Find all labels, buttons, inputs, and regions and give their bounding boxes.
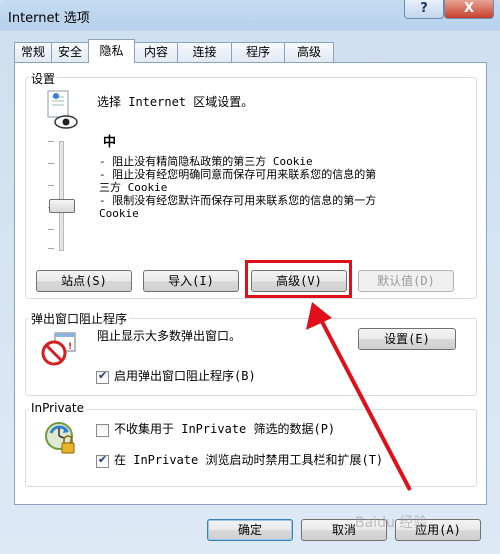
description-line: - 阻止没有精简隐私政策的第三方 Cookie bbox=[99, 155, 313, 168]
tab-connections[interactable]: 连接 bbox=[177, 42, 232, 62]
no-collect-inprivate-label: 不收集用于 InPrivate 筛选的数据(P) bbox=[114, 422, 336, 436]
close-button[interactable]: X bbox=[444, 0, 494, 19]
title-bar: Internet 选项 ? X bbox=[0, 0, 500, 32]
internet-zone-icon bbox=[42, 89, 82, 131]
sites-button[interactable]: 站点(S) bbox=[36, 270, 132, 292]
internet-options-window: Internet 选项 ? X 常规 安全 隐私 内容 连接 程序 高级 设置 … bbox=[0, 0, 500, 554]
description-line: Cookie bbox=[99, 207, 139, 220]
description-line: - 阻止没有经您明确同意而保存可用来联系您的信息的第 bbox=[99, 168, 377, 181]
enable-popup-blocker-checkbox[interactable] bbox=[96, 369, 109, 384]
privacy-level-slider[interactable] bbox=[46, 141, 76, 251]
settings-group-label: 设置 bbox=[29, 70, 58, 87]
import-button[interactable]: 导入(I) bbox=[143, 270, 239, 292]
slider-thumb[interactable] bbox=[49, 199, 75, 213]
default-button: 默认值(D) bbox=[358, 270, 454, 292]
disable-toolbars-inprivate-checkbox[interactable] bbox=[96, 453, 109, 468]
tab-content[interactable]: 内容 bbox=[134, 42, 178, 62]
zone-instruction: 选择 Internet 区域设置。 bbox=[97, 95, 254, 109]
popup-block-icon: ! bbox=[41, 331, 77, 367]
description-line: - 限制没有经您默许而保存可用来联系您的信息的第一方 bbox=[99, 194, 377, 207]
tab-privacy[interactable]: 隐私 bbox=[88, 39, 135, 63]
no-collect-inprivate-checkbox[interactable] bbox=[96, 424, 109, 437]
inprivate-icon bbox=[42, 419, 78, 457]
popup-description: 阻止显示大多数弹出窗口。 bbox=[97, 329, 242, 343]
help-button[interactable]: ? bbox=[404, 0, 444, 19]
window-title: Internet 选项 bbox=[8, 11, 90, 26]
privacy-level-name: 中 bbox=[103, 135, 117, 150]
tab-advanced[interactable]: 高级 bbox=[284, 42, 334, 62]
tab-general[interactable]: 常规 bbox=[14, 42, 52, 62]
inprivate-group-label: InPrivate bbox=[29, 401, 86, 415]
tab-security[interactable]: 安全 bbox=[51, 42, 89, 62]
description-line: 三方 Cookie bbox=[99, 181, 168, 194]
popup-group-label: 弹出窗口阻止程序 bbox=[29, 310, 130, 327]
tab-programs[interactable]: 程序 bbox=[231, 42, 285, 62]
advanced-button-highlight bbox=[245, 260, 352, 298]
inprivate-group bbox=[25, 409, 477, 487]
svg-text:!: ! bbox=[68, 342, 72, 352]
disable-toolbars-inprivate-label: 在 InPrivate 浏览启动时禁用工具栏和扩展(T) bbox=[114, 453, 384, 467]
enable-popup-blocker-label: 启用弹出窗口阻止程序(B) bbox=[114, 369, 256, 383]
popup-settings-button[interactable]: 设置(E) bbox=[358, 328, 456, 350]
privacy-level-description: - 阻止没有精简隐私政策的第三方 Cookie - 阻止没有经您明确同意而保存可… bbox=[99, 155, 469, 220]
watermark: Baidu 经验 bbox=[355, 515, 428, 531]
ok-button[interactable]: 确定 bbox=[207, 519, 293, 541]
